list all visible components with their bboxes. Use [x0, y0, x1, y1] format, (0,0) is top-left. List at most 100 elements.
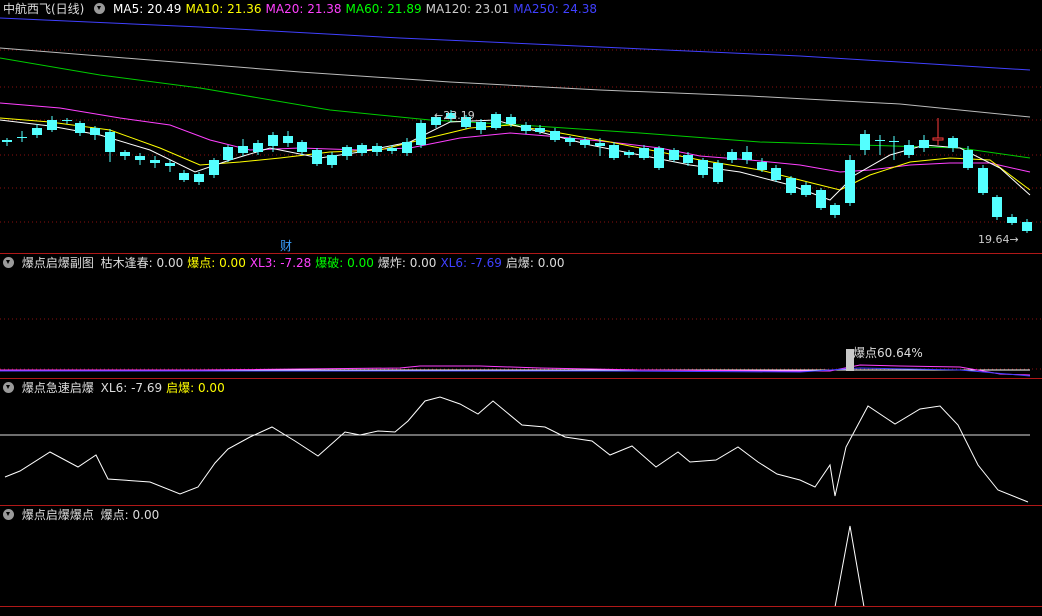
candle-body	[639, 148, 649, 158]
signal-label: 爆点60.64%	[853, 346, 923, 360]
dropdown-toggle-icon[interactable]	[3, 382, 14, 393]
candle-body	[550, 131, 560, 140]
indicator-title: 爆点启爆爆点	[21, 508, 94, 522]
candle-body	[932, 137, 944, 141]
financial-report-marker[interactable]: 财	[280, 237, 292, 254]
candle-body	[595, 143, 605, 146]
candle-body	[889, 141, 899, 142]
sub-chart-3-pane[interactable]: 爆点启爆爆点 爆点: 0.00	[0, 506, 1042, 607]
candle-body	[47, 120, 57, 130]
dropdown-toggle-icon[interactable]	[94, 3, 106, 14]
candle-body	[17, 137, 27, 138]
ma-legend-item: MA5: 20.49	[113, 2, 182, 16]
sub-chart-2[interactable]	[0, 379, 1042, 505]
ma-legend-item: MA120: 23.01	[425, 2, 510, 16]
low-price-label: 19.64→	[978, 233, 1019, 246]
candle-body	[875, 140, 885, 141]
candle-body	[609, 145, 619, 158]
candle-body	[963, 150, 973, 168]
indicator-legend-item: XL6: -7.69	[100, 381, 163, 395]
main-chart-header: 中航西飞(日线) MA5: 20.49 MA10: 21.36 MA20: 21.3…	[0, 0, 604, 18]
candle-body	[786, 178, 796, 193]
candle-body	[165, 163, 175, 166]
time-axis	[0, 607, 1042, 616]
sub-chart-3-header: 爆点启爆爆点 爆点: 0.00	[0, 506, 166, 524]
candle-body	[713, 163, 723, 182]
candle-body	[521, 125, 531, 131]
candle-body	[283, 136, 293, 143]
indicator-legend: 枯木逢春: 0.00 爆点: 0.00 XL3: -7.28 爆破: 0.00 爆炸: …	[101, 256, 569, 270]
candle-body	[75, 123, 85, 133]
candle-body	[491, 114, 501, 128]
ma-legend-item: MA20: 21.38	[265, 2, 342, 16]
ma-legend-item: MA250: 24.38	[513, 2, 597, 16]
candle-body	[919, 140, 929, 148]
indicator-legend-item: XL3: -7.28	[249, 256, 312, 270]
candle-body	[535, 128, 545, 132]
candle-body	[1022, 222, 1032, 231]
indicator-legend: XL6: -7.69 启爆: 0.00	[101, 381, 229, 395]
candle-body	[978, 168, 988, 193]
candle-body	[120, 152, 130, 156]
candle-body	[580, 140, 590, 145]
stock-name: 中航西飞(日线)	[3, 2, 85, 16]
candle-body	[342, 147, 352, 156]
candle-body	[904, 145, 914, 155]
candle-body	[135, 156, 145, 160]
xl6-line	[4, 396, 1029, 503]
candle-body	[32, 128, 42, 135]
candle-body	[357, 145, 367, 153]
candle-body	[209, 160, 219, 175]
ma-legend-item: MA60: 21.89	[345, 2, 422, 16]
candle-body	[402, 142, 412, 153]
ma10-line	[0, 117, 1031, 191]
high-price-label: ←23.19	[434, 109, 475, 122]
dropdown-toggle-icon[interactable]	[3, 509, 14, 520]
candle-body	[476, 122, 486, 130]
candle-body	[268, 135, 278, 146]
ma250-line	[0, 17, 1031, 71]
ma-legend-item: MA10: 21.36	[185, 2, 262, 16]
candlestick-chart[interactable]	[0, 0, 1042, 253]
candle-body	[565, 138, 575, 142]
candle-body	[992, 197, 1002, 217]
indicator-legend-item: 枯木逢春: 0.00	[100, 256, 184, 270]
candle-body	[105, 132, 115, 152]
candle-body	[194, 174, 204, 182]
indicator-legend-item: 爆炸: 0.00	[377, 256, 437, 270]
sub-chart-2-pane[interactable]: 爆点急速启爆 XL6: -7.69 启爆: 0.00	[0, 379, 1042, 505]
candle-body	[253, 143, 263, 152]
ma60-line	[0, 57, 1031, 159]
candle-body	[238, 146, 248, 153]
candle-body	[2, 140, 12, 142]
indicator-legend-item: 爆破: 0.00	[315, 256, 374, 270]
main-chart-pane[interactable]: 中航西飞(日线) MA5: 20.49 MA10: 21.36 MA20: 21.3…	[0, 0, 1042, 253]
indicator-legend: 爆点: 0.00	[101, 508, 164, 522]
candle-body	[1007, 217, 1017, 223]
candle-body	[416, 123, 426, 145]
indicator-title: 爆点启爆副图	[21, 256, 94, 270]
candle-body	[948, 138, 958, 148]
candle-body	[698, 160, 708, 175]
burst-point-line	[0, 525, 1030, 607]
sub-chart-1-header: 爆点启爆副图 枯木逢春: 0.00 爆点: 0.00 XL3: -7.28 爆破: 0…	[0, 254, 571, 272]
candle-body	[771, 168, 781, 180]
arrow-right-icon: →	[1009, 233, 1019, 246]
ma-legend: MA5: 20.49 MA10: 21.36 MA20: 21.38 MA60: 21…	[113, 2, 601, 16]
xl6-line	[0, 367, 1031, 377]
candle-body	[845, 160, 855, 203]
candle-body	[801, 185, 811, 195]
candle-body	[830, 205, 840, 215]
arrow-left-icon: ←	[434, 109, 444, 122]
candle-body	[179, 173, 189, 180]
sub-chart-2-header: 爆点急速启爆 XL6: -7.69 启爆: 0.00	[0, 379, 232, 397]
candle-body	[683, 155, 693, 163]
candle-body	[312, 150, 322, 164]
candle-body	[727, 152, 737, 160]
candle-body	[860, 134, 870, 150]
candle-body	[62, 120, 72, 121]
dropdown-toggle-icon[interactable]	[3, 257, 14, 268]
candle-body	[506, 117, 516, 124]
candle-body	[387, 148, 397, 151]
sub-chart-1-pane[interactable]: 爆点启爆副图 枯木逢春: 0.00 爆点: 0.00 XL3: -7.28 爆破: 0…	[0, 254, 1042, 378]
